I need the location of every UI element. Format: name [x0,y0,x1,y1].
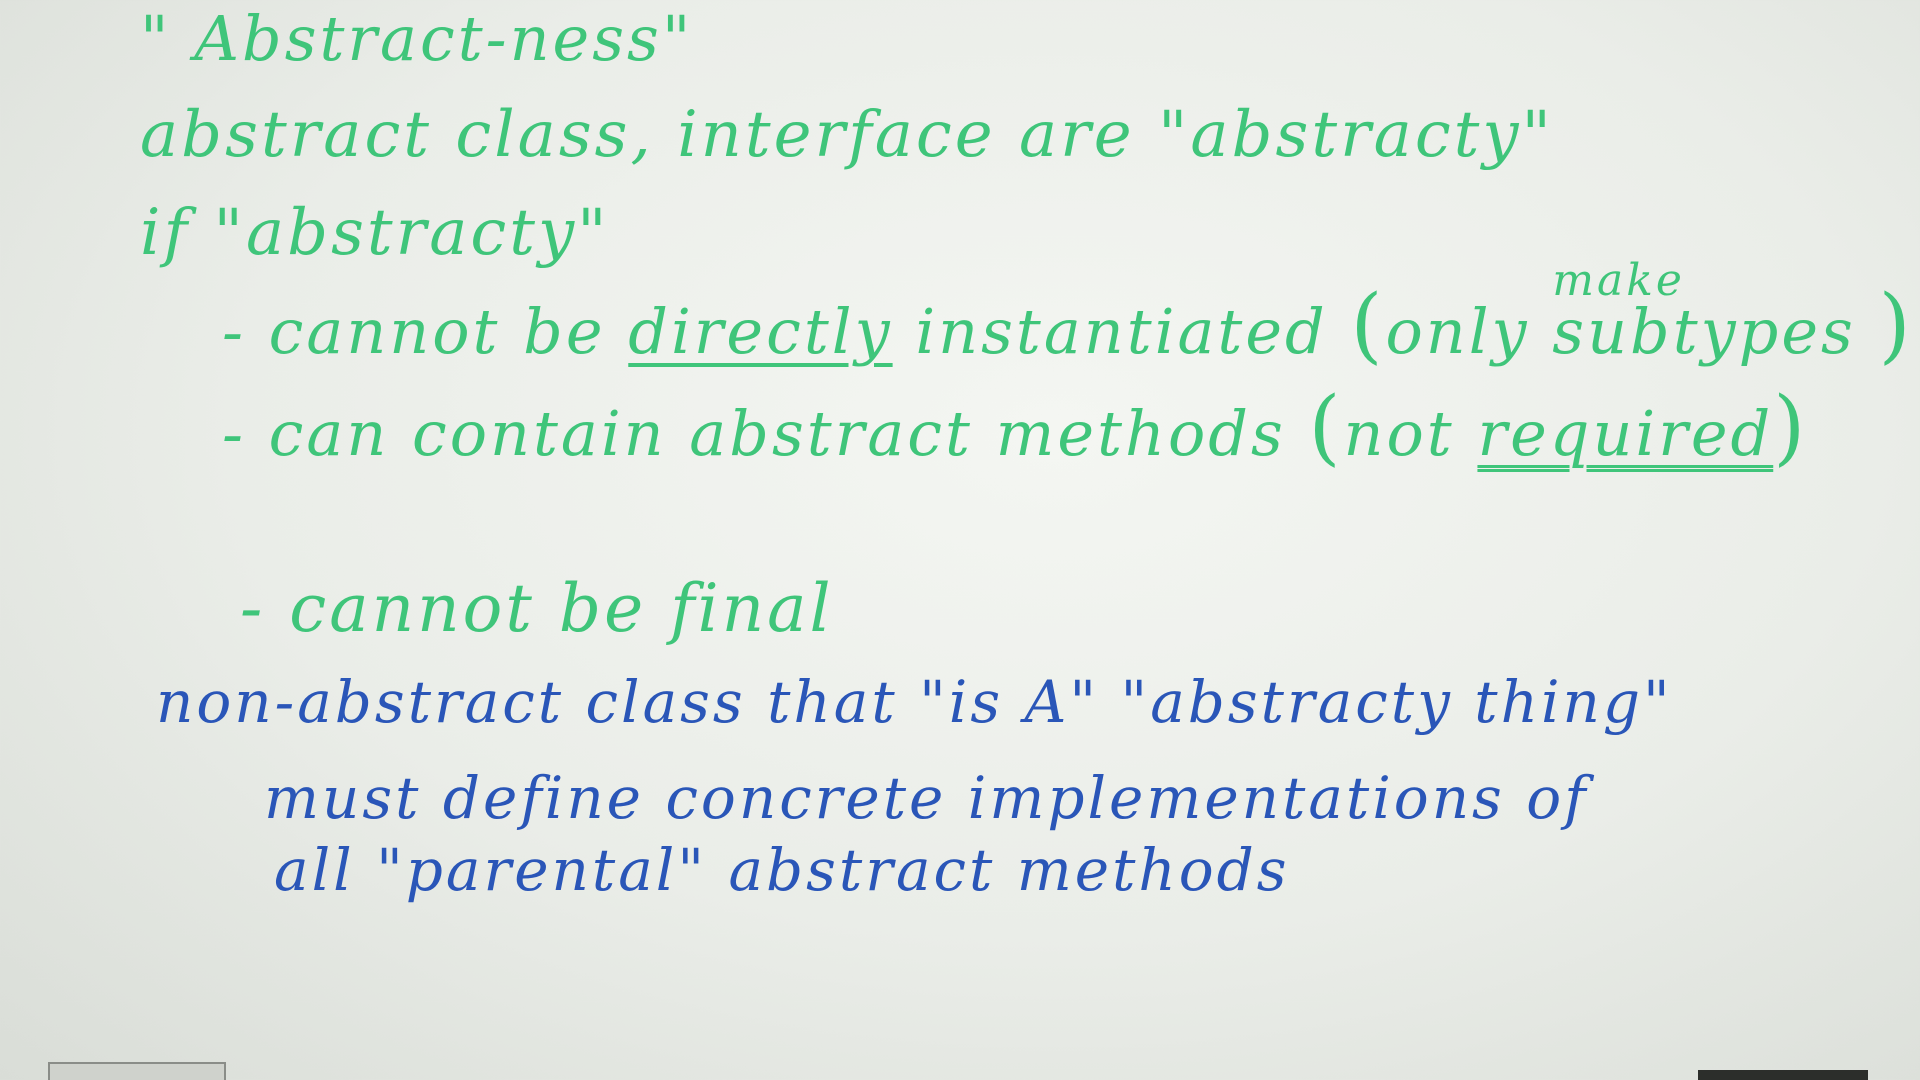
open-paren: ( [1350,278,1386,373]
if-abstracty-line: if "abstracty" [140,196,610,270]
bullet-cannot-be-final-text: - cannot be final [240,570,834,647]
if-abstracty-text: if "abstracty" [140,196,610,270]
bullet-cannot-be-final: - cannot be final [240,570,834,647]
whiteboard: " Abstract-ness" abstract class, interfa… [0,0,1920,1080]
make-word: make [1552,255,1685,306]
rule-line-3: all "parental" abstract methods [274,836,1290,904]
title-line: " Abstract-ness" [140,2,693,75]
bullet-cannot-instantiate-prefix: - cannot be [222,295,606,368]
bullet-cannot-instantiate: - cannot be directly instantiated (only … [222,255,1914,373]
rule-line-2: must define concrete implementations of [264,764,1589,832]
not-word: not [1343,397,1455,470]
rule-line-3-text: all "parental" abstract methods [274,836,1290,904]
bullet-abstract-methods: - can contain abstract methods (not requ… [222,380,1808,475]
abstracty-definition-text: abstract class, interface are "abstracty… [140,98,1554,172]
marker-tray-left [48,1062,226,1080]
open-paren-2: ( [1308,380,1344,475]
make-subtypes-stack: make subtypes [1552,255,1856,368]
required-underlined: required [1477,397,1774,470]
close-paren-2: ) [1773,380,1809,475]
close-paren: ) [1878,278,1914,373]
instantiated-word: instantiated [915,295,1328,368]
only-word: only [1385,295,1530,368]
bullet-abstract-methods-prefix: - can contain abstract methods [222,397,1286,470]
rule-line-1-text: non-abstract class that "is A" "abstract… [156,668,1673,736]
marker-tray-right [1698,1070,1868,1080]
abstracty-definition-line: abstract class, interface are "abstracty… [140,98,1554,172]
rule-line-2-text: must define concrete implementations of [264,764,1589,832]
directly-underlined: directly [628,295,893,368]
rule-line-1: non-abstract class that "is A" "abstract… [156,668,1673,736]
title-text: " Abstract-ness" [140,2,694,75]
